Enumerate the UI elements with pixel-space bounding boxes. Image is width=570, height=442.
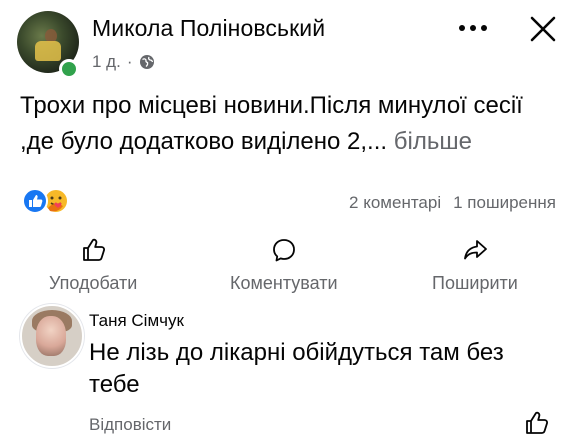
share-button[interactable]: Поширити	[432, 236, 518, 294]
more-options-icon[interactable]	[456, 16, 490, 40]
comment-author-name[interactable]: Таня Сімчук	[89, 311, 184, 331]
comment-label: Коментувати	[230, 273, 338, 293]
comments-count[interactable]: 2 коментарі	[349, 193, 441, 213]
close-icon[interactable]	[528, 14, 558, 44]
reactions-summary[interactable]	[20, 186, 80, 216]
post-meta: 1 д. ·	[92, 52, 155, 72]
online-status-dot	[59, 59, 79, 79]
post-text: Трохи про місцеві новини.Після минулої с…	[20, 88, 560, 160]
comment-text: Не лізь до лікарні обійдуться там без те…	[89, 339, 504, 398]
post-author-name[interactable]: Микола Поліновський	[92, 15, 325, 42]
meta-separator: ·	[126, 52, 133, 71]
reply-button[interactable]: Відповісти	[89, 415, 171, 435]
share-arrow-icon	[464, 240, 487, 260]
like-reaction-icon	[22, 188, 48, 214]
comment-like-icon[interactable]	[522, 409, 550, 437]
see-more-link[interactable]: більше	[394, 128, 472, 155]
commenter-avatar[interactable]	[20, 304, 84, 368]
comment-bubble-icon	[272, 239, 295, 262]
post-stats: 2 коментарі 1 поширення	[349, 193, 556, 213]
thumbs-up-icon	[83, 238, 106, 261]
like-button[interactable]: Уподобати	[49, 236, 137, 294]
share-label: Поширити	[432, 273, 518, 293]
like-label: Уподобати	[49, 273, 138, 293]
globe-icon	[139, 55, 154, 69]
post-time[interactable]: 1 д.	[92, 52, 121, 72]
shares-count[interactable]: 1 поширення	[453, 193, 556, 213]
comment-button[interactable]: Коментувати	[230, 236, 338, 294]
